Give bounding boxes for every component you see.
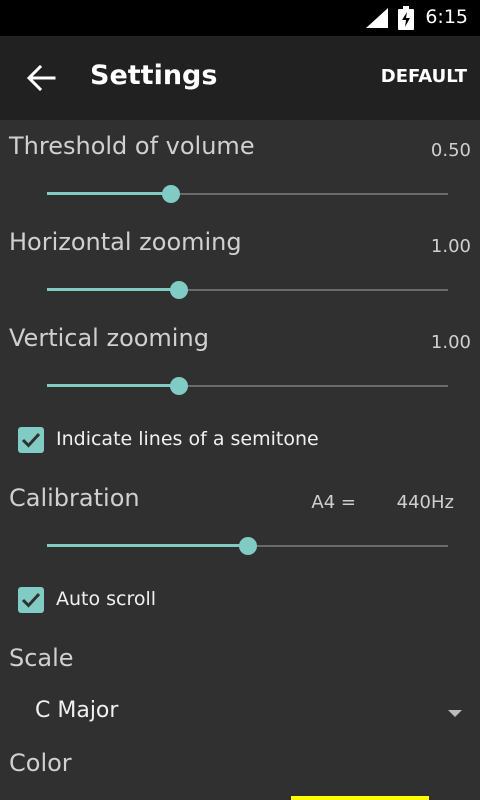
slider-fill xyxy=(47,384,180,387)
vertical-zoom-slider[interactable] xyxy=(47,376,448,396)
threshold-slider[interactable] xyxy=(47,184,448,204)
cell-signal-icon xyxy=(366,8,388,32)
threshold-value: 0.50 xyxy=(430,140,471,161)
horizontal-zoom-value: 1.00 xyxy=(430,236,471,257)
horizontal-zoom-label: Horizontal zooming xyxy=(9,228,242,256)
vertical-zoom-label: Vertical zooming xyxy=(9,324,209,352)
scale-dropdown[interactable]: C Major xyxy=(0,688,480,736)
settings-list: Threshold of volume 0.50 Horizontal zoom… xyxy=(0,120,480,800)
arrow-back-icon[interactable] xyxy=(26,64,56,92)
slider-fill xyxy=(47,544,248,547)
semitone-label: Indicate lines of a semitone xyxy=(56,428,319,450)
slider-thumb[interactable] xyxy=(170,377,189,395)
status-bar: 6:15 xyxy=(0,0,480,36)
calibration-value: 440Hz xyxy=(396,492,454,513)
horizontal-zoom-slider[interactable] xyxy=(47,280,448,300)
semitone-checkbox[interactable] xyxy=(18,427,44,453)
slider-thumb[interactable] xyxy=(238,537,257,555)
slider-thumb[interactable] xyxy=(162,185,181,203)
threshold-label: Threshold of volume xyxy=(9,132,255,160)
toolbar: Settings DEFAULT xyxy=(0,36,480,120)
status-time: 6:15 xyxy=(425,6,468,28)
dropdown-arrow-icon xyxy=(448,710,462,717)
autoscroll-checkbox[interactable] xyxy=(18,587,44,613)
slider-fill xyxy=(47,192,172,195)
slider-thumb[interactable] xyxy=(170,281,189,299)
color-swatch[interactable] xyxy=(291,796,429,800)
battery-charging-icon xyxy=(398,6,414,34)
calibration-label: Calibration xyxy=(9,484,140,512)
scale-selected-value: C Major xyxy=(35,698,119,723)
calibration-slider[interactable] xyxy=(47,536,448,556)
color-label: Color xyxy=(9,749,72,777)
scale-label: Scale xyxy=(9,644,74,672)
calibration-prefix: A4 = xyxy=(311,492,356,513)
slider-fill xyxy=(47,288,180,291)
page-title: Settings xyxy=(90,60,218,91)
autoscroll-label: Auto scroll xyxy=(56,588,157,610)
vertical-zoom-value: 1.00 xyxy=(430,332,471,353)
default-button[interactable]: DEFAULT xyxy=(381,66,467,87)
